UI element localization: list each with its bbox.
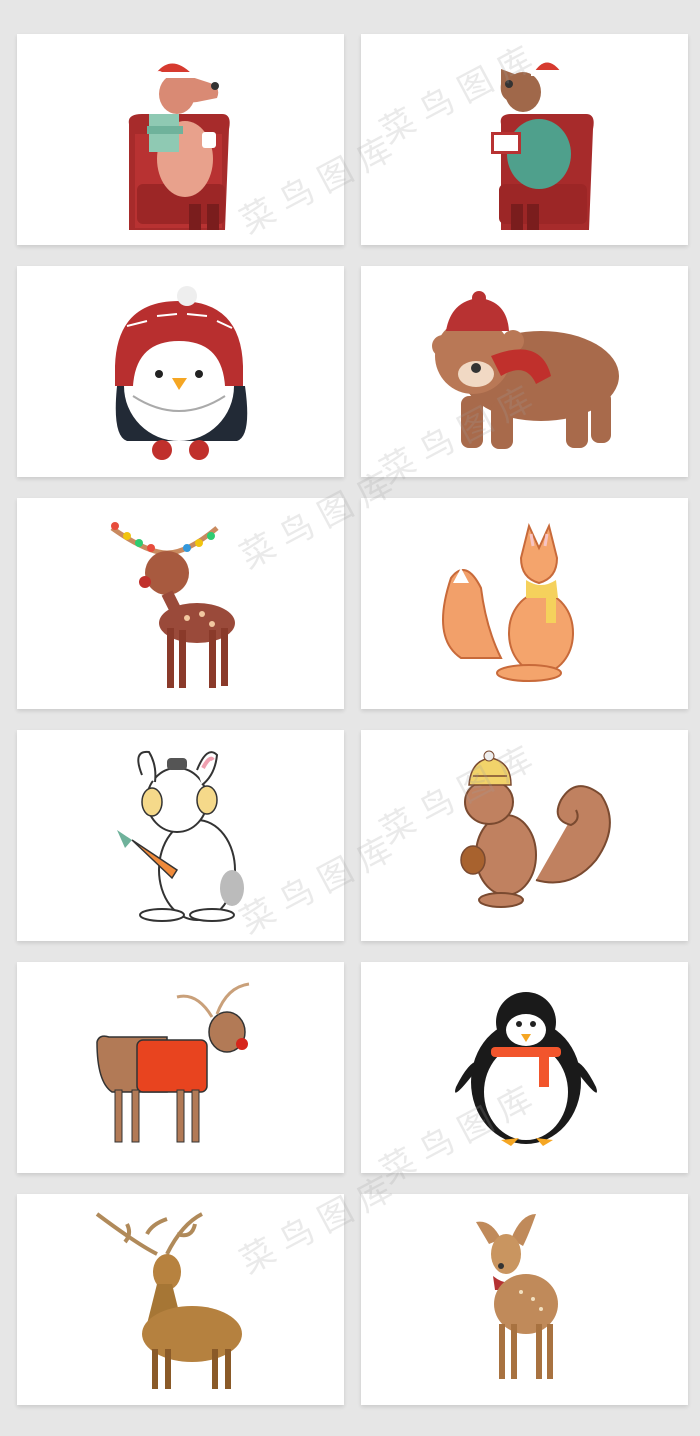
fox-with-scarf-icon [442, 522, 574, 682]
card-brown-bear-scarf[interactable] [361, 266, 688, 477]
fawn-with-christmas-lights-icon [110, 522, 235, 688]
card-bear-armchair-mug[interactable] [17, 34, 344, 245]
bear-in-armchair-reading-icon [491, 62, 594, 230]
card-rabbit-earmuffs[interactable] [17, 730, 344, 941]
card-fawn-watercolor[interactable] [361, 1194, 688, 1405]
card-reindeer-sweater[interactable] [17, 962, 344, 1173]
card-fox-scarf[interactable] [361, 498, 688, 709]
penguin-in-knit-hat-icon [115, 286, 248, 460]
watercolor-fawn-with-scarf-icon [476, 1214, 558, 1379]
penguin-with-orange-scarf-icon [455, 992, 597, 1146]
sticker-gallery [0, 0, 700, 1436]
card-reindeer-lights[interactable] [17, 498, 344, 709]
card-squirrel-hat[interactable] [361, 730, 688, 941]
card-penguin-scarf[interactable] [361, 962, 688, 1173]
brown-bear-with-scarf-icon [432, 291, 619, 449]
card-bear-armchair-book[interactable] [361, 34, 688, 245]
watercolor-stag-icon [95, 1212, 242, 1389]
rabbit-with-carrot-icon [117, 750, 244, 922]
bear-in-armchair-drinking-icon [128, 63, 230, 230]
reindeer-in-red-sweater-icon [96, 982, 250, 1143]
squirrel-with-acorn-icon [460, 750, 611, 908]
card-penguin-red-hat[interactable] [17, 266, 344, 477]
card-stag-watercolor[interactable] [17, 1194, 344, 1405]
